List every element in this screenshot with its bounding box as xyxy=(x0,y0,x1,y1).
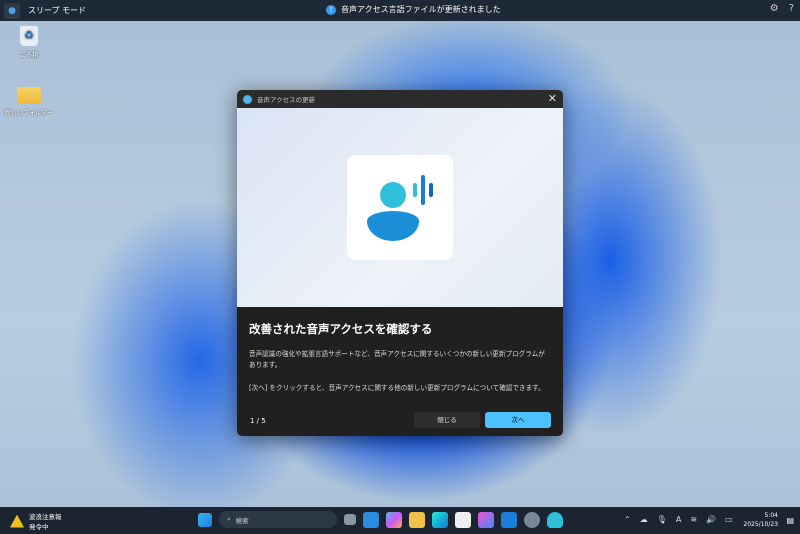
start-button[interactable] xyxy=(198,513,212,527)
desktop-icon-recycle-bin[interactable]: ♻ ごみ箱 xyxy=(4,26,54,59)
taskbar: 波浪注意報発令中 ⌕ 検索 ⌃ ☁ 🎙 A ≋ 🔊 ▭ 5:04 2025/10… xyxy=(0,507,800,534)
search-icon: ⌕ xyxy=(227,515,231,524)
next-button[interactable]: 次へ xyxy=(485,412,551,428)
search-box[interactable]: ⌕ 検索 xyxy=(219,511,337,528)
time: 5:04 xyxy=(743,511,778,520)
edge-icon[interactable] xyxy=(432,512,448,528)
volume-icon[interactable]: 🔊 xyxy=(706,515,716,524)
hero-image xyxy=(237,108,563,307)
clock[interactable]: 5:04 2025/10/23 xyxy=(743,511,778,529)
copilot-app-icon[interactable] xyxy=(363,512,379,528)
wifi-icon[interactable]: ≋ xyxy=(690,515,697,524)
dialog-heading: 改善された音声アクセスを確認する xyxy=(249,321,551,337)
ime-icon[interactable]: A xyxy=(676,515,681,524)
dialog-title: 音声アクセスの更新 xyxy=(257,94,315,104)
gear-icon[interactable]: ⚙ xyxy=(770,3,779,14)
help-button[interactable]: ? xyxy=(789,3,794,14)
info-icon: ! xyxy=(326,5,336,15)
cloud-icon[interactable]: ☁ xyxy=(640,515,648,524)
weather-title: 波浪注意報 xyxy=(29,511,62,521)
mode-status: スリープ モード xyxy=(28,5,86,16)
dialog-titlebar: 音声アクセスの更新 ✕ xyxy=(237,90,563,108)
voice-access-taskbar-icon[interactable] xyxy=(547,512,563,528)
warning-icon xyxy=(10,515,24,528)
close-icon[interactable]: ✕ xyxy=(548,92,557,105)
settings-app-icon[interactable] xyxy=(524,512,540,528)
microphone-icon: ● xyxy=(8,6,16,16)
close-button[interactable]: 閉じる xyxy=(414,412,480,428)
voice-access-update-dialog: 音声アクセスの更新 ✕ 改善された音声アクセスを確認する 音声認識の強化や拡張言… xyxy=(237,90,563,436)
voice-access-bar: ● スリープ モード ! 音声アクセス言語ファイルが更新されました ⚙ ? xyxy=(0,0,800,21)
store-icon[interactable] xyxy=(455,512,471,528)
desktop-icon-label: 新しいフォルダー xyxy=(5,110,53,117)
battery-icon[interactable]: ▭ xyxy=(725,515,733,524)
dialog-description: 音声認識の強化や拡張言語サポートなど、音声アクセスに関するいくつかの新しい更新プ… xyxy=(249,349,551,371)
chevron-up-icon[interactable]: ⌃ xyxy=(624,515,631,524)
notification-icon[interactable]: ▤ xyxy=(786,516,794,525)
copilot-icon[interactable] xyxy=(386,512,402,528)
weather-subtitle: 発令中 xyxy=(29,521,62,531)
folder-icon xyxy=(17,87,41,104)
microphone-icon[interactable]: 🎙 xyxy=(657,515,667,524)
weather-widget[interactable]: 波浪注意報発令中 xyxy=(10,511,62,531)
desktop-icon-new-folder[interactable]: 新しいフォルダー xyxy=(4,87,54,117)
microphone-button[interactable]: ● xyxy=(4,3,20,19)
voice-access-logo xyxy=(347,155,453,260)
desktop-icon-label: ごみ箱 xyxy=(20,52,38,59)
voice-access-icon xyxy=(243,95,252,104)
task-view-icon[interactable] xyxy=(344,514,356,525)
clipchamp-icon[interactable] xyxy=(478,512,494,528)
notification-text: 音声アクセス言語ファイルが更新されました xyxy=(341,4,501,15)
search-placeholder: 検索 xyxy=(236,515,249,525)
page-indicator: 1 / 5 xyxy=(250,417,266,425)
notification: ! 音声アクセス言語ファイルが更新されました xyxy=(326,4,501,15)
outlook-icon[interactable] xyxy=(501,512,517,528)
dialog-instruction: [次へ] をクリックすると、音声アクセスに関する他の新しい更新プログラムについて… xyxy=(249,383,551,394)
recycle-bin-icon: ♻ xyxy=(20,26,38,46)
date: 2025/10/23 xyxy=(743,520,778,529)
file-explorer-icon[interactable] xyxy=(409,512,425,528)
